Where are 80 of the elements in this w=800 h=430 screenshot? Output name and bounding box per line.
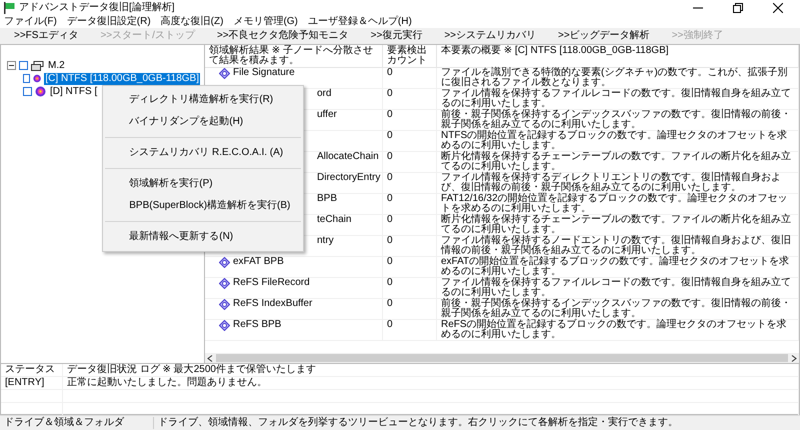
table-cell: 0 (387, 173, 393, 183)
table-cell-text: ReFSの開始位置を記録するブロックの数です。論理セクタのオフセットを求めるのに利用いたします。 (441, 320, 788, 340)
diamond-icon (219, 299, 230, 310)
drive-icon (31, 60, 44, 70)
diamond-icon (219, 320, 230, 331)
collapse-icon[interactable] (7, 61, 16, 70)
table-cell: BPB (317, 194, 338, 204)
table-cell: 正常に起動いたしました。問題ありません。 (63, 377, 799, 389)
diamond-icon (219, 257, 230, 268)
status-text: ドライブ＆領域＆フォルダ (0, 417, 154, 429)
menu-item[interactable]: メモリ管理(G) (233, 16, 298, 28)
table-cell: ntry (317, 236, 334, 246)
column-header[interactable]: 領域解析結果 ※ 子ノードへ分散させて結果を積みます。 (205, 45, 383, 67)
column-header[interactable]: ステータス (1, 364, 63, 376)
table-cell: exFAT BPB (233, 257, 284, 267)
table-cell-text: ファイル情報を保持するファイルレコードの数です。復旧情報自身を組み立てるのに利用いたします。 (441, 278, 792, 298)
table-cell: File Signature (233, 68, 295, 78)
table-cell: 0 (387, 215, 393, 225)
table-cell: 0 (387, 236, 393, 246)
flag-icon (4, 2, 15, 14)
table-cell: 0 (387, 89, 393, 99)
status-text: ドライブ、領域情報、フォルダを列挙するツリービューとなります。右クリックにて各解析を指定・実行できます。 (157, 417, 679, 429)
diamond-icon (219, 278, 230, 289)
table-cell-text: exFATの開始位置を記録するブロックの数です。論理セクタのオフセットを求めるのに利用いたします。 (441, 257, 790, 277)
context-menu-item[interactable]: システムリカバリ R.E.C.O.A.I. (A) (103, 142, 304, 164)
disk-icon (35, 86, 46, 97)
table-cell: AllocateChain (317, 152, 379, 162)
table-cell: 0 (387, 257, 393, 267)
table-cell: ord (317, 89, 332, 99)
table-cell: ReFS IndexBuffer (233, 299, 312, 309)
context-menu-item[interactable]: ディレクトリ構造解析を実行(R) (103, 89, 304, 111)
table-cell: 0 (387, 299, 393, 309)
horizontal-scrollbar[interactable] (205, 353, 799, 363)
table-cell-text: 断片化情報を保持するチェーンテーブルの数です。ファイルの断片化を組み立てるのに利用いたします。 (441, 215, 792, 235)
menu-item[interactable]: データ復旧設定(R) (66, 16, 151, 28)
table-cell-text: ファイルを識別できる特徴的な要素(シグネチャ)の数です。これが、拡張子別に復旧されるファイル数となります。 (441, 68, 789, 88)
scroll-left-icon[interactable] (207, 354, 213, 362)
close-icon[interactable] (773, 2, 783, 12)
table-cell: 0 (387, 278, 393, 288)
context-menu-item[interactable]: 領域解析を実行(P) (103, 173, 304, 195)
context-menu-item[interactable]: 最新情報へ更新する(N) (103, 226, 304, 248)
column-header[interactable]: 要素検出カウント (383, 45, 437, 67)
context-menu-item[interactable]: BPB(SuperBlock)構造解析を実行(B) (103, 195, 304, 217)
table-cell: 0 (387, 131, 393, 141)
table-cell: 0 (387, 68, 393, 78)
menu-item[interactable]: ファイル(F) (4, 16, 57, 28)
menu-item[interactable]: 高度な復旧(Z) (160, 16, 224, 28)
table-cell: ReFS FileRecord (233, 278, 310, 288)
table-cell: teChain (317, 215, 352, 225)
checkbox[interactable] (23, 87, 32, 96)
table-cell-text: 断片化情報を保持するチェーンテーブルの数です。ファイルの断片化を組み立てるのに利用いたします。 (441, 152, 792, 172)
table-cell: ReFS BPB (233, 320, 282, 330)
checkbox[interactable] (19, 61, 28, 70)
table-cell-text: ファイル情報を保持するディレクトリエントリの数です。復旧情報自身および、復旧情報の前後・親子関係を組み立てるのに利用いたします。 (441, 173, 782, 193)
table-cell-text: 前後・親子関係を保持するインデックスバッファの数です。復旧情報の前後・親子関係を組み立てるのに利用いたします。 (441, 299, 792, 319)
window-title: アドバンストデータ復旧[論理解析] (19, 2, 175, 14)
checkbox[interactable] (23, 74, 30, 83)
table-cell: 0 (387, 320, 393, 330)
table-cell: uffer (317, 110, 337, 120)
table-cell-text: ファイル情報を保持するノードエントリの数です。復旧情報自身および、復旧情報の前後・親子関係を組み立てるのに利用いたします。 (441, 236, 792, 256)
table-cell: DirectoryEntry (317, 173, 380, 183)
scroll-right-icon[interactable] (791, 354, 797, 362)
table-cell-text: ファイル情報を保持するファイルレコードの数です。復旧情報自身を組み立てるのに利用いたします。 (441, 89, 792, 109)
tree-item[interactable]: M.2 (47, 60, 66, 72)
disk-icon (33, 73, 42, 84)
table-cell: 0 (387, 194, 393, 204)
table-cell-text: NTFSの開始位置を記録するブロックの数です。論理セクタのオフセットを求めるのに利用いたします。 (441, 131, 788, 151)
column-header[interactable]: データ復旧状況 ログ ※ 最大2500件まで保管いたします (63, 364, 799, 376)
table-cell-text: 前後・親子関係を保持するインデックスバッファの数です。復旧情報の前後・親子関係を組み立てるのに利用いたします。 (441, 110, 792, 130)
maximize-icon[interactable] (733, 2, 743, 12)
diamond-icon (219, 68, 230, 79)
table-cell: [ENTRY] (1, 377, 63, 389)
context-menu-item[interactable]: バイナリダンプを起動(H) (103, 111, 304, 133)
menu-item[interactable]: ユーザ登録＆ヘルプ(H) (308, 16, 412, 28)
table-cell-text: FAT12/16/32の開始位置を記録するブロックの数です。論理セクタのオフセットを求めるのに利用いたします。 (441, 194, 788, 214)
tree-item[interactable]: [C] NTFS [118.00GB_0GB-118GB] (44, 72, 200, 84)
table-cell: 0 (387, 110, 393, 120)
column-header[interactable]: 本要素の概要 ※ [C] NTFS [118.00GB_0GB-118GB] (437, 45, 799, 67)
tree-item[interactable]: [D] NTFS [ (49, 86, 98, 98)
table-cell: 0 (387, 152, 393, 162)
